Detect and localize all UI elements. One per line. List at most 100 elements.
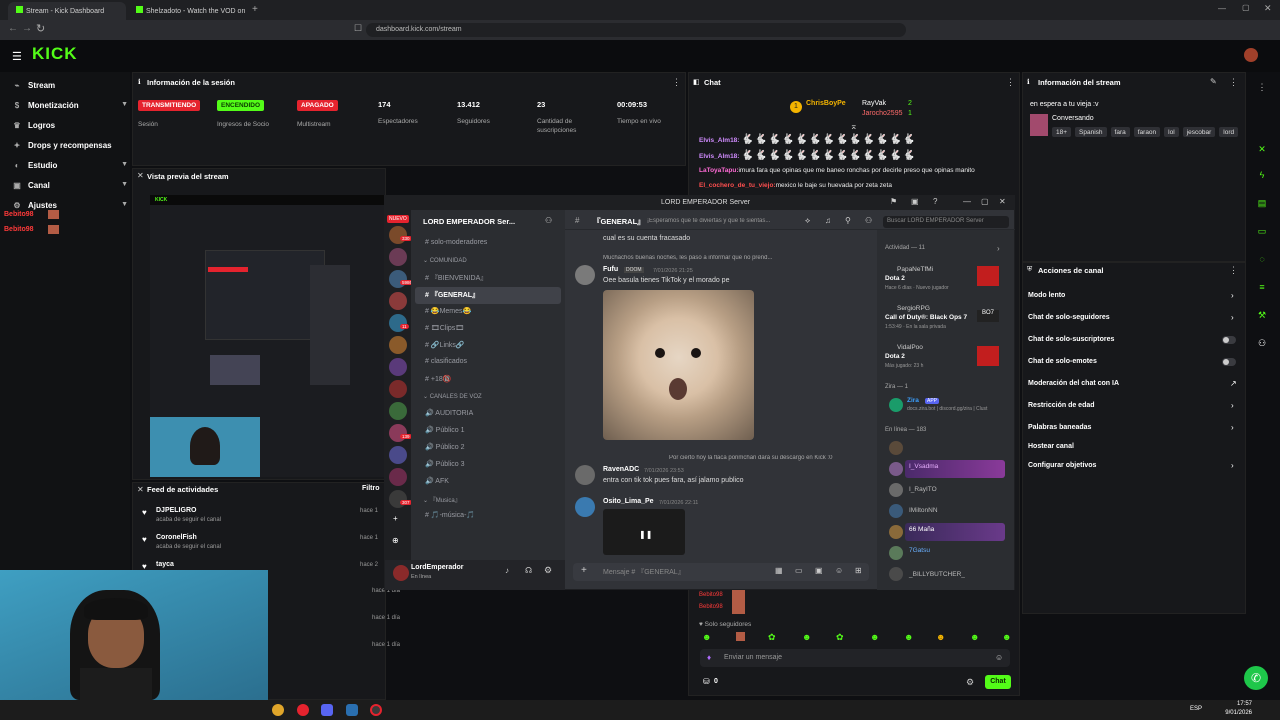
add-server-icon[interactable]: + [393, 514, 398, 523]
action-solo-emotes[interactable]: Chat de solo-emotes [1028, 358, 1097, 365]
url-field[interactable]: dashboard.kick.com/stream [366, 23, 906, 37]
close-icon[interactable]: ✕ [999, 197, 1006, 206]
tag[interactable]: jescobar [1182, 127, 1216, 137]
server-icon[interactable] [389, 468, 407, 486]
server-icon[interactable] [389, 490, 407, 508]
tag[interactable]: lord [1219, 127, 1239, 137]
stream-preview-video[interactable]: KICK [150, 195, 384, 477]
send-chat-button[interactable]: Chat [985, 675, 1011, 689]
emote-icon[interactable]: ✿ [836, 632, 844, 643]
tag[interactable]: Spanish [1075, 127, 1107, 137]
more-icon[interactable]: ⋮ [672, 77, 681, 88]
emote-icon[interactable] [736, 632, 745, 641]
maximize-icon[interactable]: ▢ [1242, 3, 1250, 12]
clipboard-icon[interactable]: ▤ [1256, 198, 1268, 210]
sidebar-item-estudio[interactable]: ◐ Estudio ▼ [12, 161, 128, 179]
add-attachment-icon[interactable]: + [581, 565, 587, 576]
member-name[interactable]: I_RayITO [909, 486, 937, 493]
activity-user[interactable]: SergioRPG [897, 305, 930, 312]
close-icon[interactable]: ✕ [137, 171, 144, 180]
chevron-right-icon[interactable]: › [1231, 313, 1234, 322]
member-avatar[interactable] [889, 462, 903, 476]
close-icon[interactable]: ✕ [1264, 3, 1272, 14]
emote-icon[interactable]: ☻ [970, 632, 979, 642]
apps-icon[interactable]: ⊞ [855, 566, 862, 575]
pause-icon[interactable]: ❚❚ [639, 530, 652, 539]
channel-category[interactable]: ⌄ 『Musica』 [415, 491, 561, 508]
sidebar-item-logros[interactable]: ♛ Logros [12, 121, 122, 139]
tag[interactable]: faraon [1133, 127, 1161, 137]
member-name[interactable]: 66 Maña [909, 526, 934, 533]
emote-icon[interactable]: ☻ [904, 632, 913, 642]
chevron-right-icon[interactable]: › [997, 244, 1000, 253]
external-link-icon[interactable]: ↗ [1230, 379, 1237, 388]
member-name[interactable]: 7Gatsu [909, 547, 930, 554]
member-avatar[interactable] [889, 441, 903, 455]
channel-item[interactable]: # solo-moderadores [415, 236, 561, 253]
chat-username[interactable]: Elvis_Alm18: [699, 137, 739, 144]
member-avatar[interactable] [889, 525, 903, 539]
server-icon[interactable] [389, 314, 407, 332]
bell-icon[interactable]: ♫ [825, 216, 831, 225]
discord-app-icon[interactable] [321, 704, 333, 716]
chrome-icon[interactable] [272, 704, 284, 716]
back-icon[interactable]: ← [8, 23, 18, 34]
threads-icon[interactable]: ⟡ [805, 216, 810, 226]
more-icon[interactable]: ⋮ [1006, 77, 1015, 88]
close-icon[interactable]: ✕ [137, 485, 144, 494]
action-solo-seguidores[interactable]: Chat de solo-seguidores [1028, 314, 1110, 321]
chat-username[interactable]: Bebito98 [699, 592, 723, 598]
member-name[interactable]: IMiltonNN [909, 507, 938, 514]
voice-channel[interactable]: 🔊 Público 3 [415, 457, 561, 474]
sticker-icon[interactable]: ▣ [815, 566, 823, 575]
activity-user[interactable]: VidalPoo [897, 344, 923, 351]
chevron-right-icon[interactable]: › [1231, 461, 1234, 470]
tag[interactable]: lol [1164, 127, 1179, 137]
sidebar-item-drops[interactable]: ✦ Drops y recompensas [12, 141, 132, 159]
pin-icon[interactable]: ⌅ [850, 121, 858, 132]
action-moderacion-ia[interactable]: Moderación del chat con IA [1028, 380, 1119, 387]
member-name[interactable]: I_Vsadma [909, 463, 938, 470]
member-avatar[interactable] [889, 546, 903, 560]
server-icon[interactable] [389, 248, 407, 266]
message-avatar[interactable] [575, 497, 595, 517]
clock-time[interactable]: 17:57 [1226, 701, 1252, 707]
server-icon[interactable] [389, 336, 407, 354]
inbox-icon[interactable]: ⚑ [890, 197, 897, 206]
browser-tab[interactable]: Stream - Kick Dashboard [8, 2, 126, 20]
server-name[interactable]: LORD EMPERADOR Ser... [423, 217, 515, 226]
language-indicator[interactable]: ESP [1190, 706, 1202, 712]
emote-icon[interactable]: ☻ [702, 632, 711, 642]
voice-channel[interactable]: 🔊 AFK [415, 474, 561, 491]
members-icon[interactable]: ⚇ [865, 216, 872, 225]
action-palabras-baneadas[interactable]: Palabras baneadas [1028, 424, 1091, 431]
message-username[interactable]: Fufu [603, 266, 618, 273]
action-restriccion-edad[interactable]: Restricción de edad [1028, 402, 1095, 409]
channel-category[interactable]: ⌄ COMUNIDAD [415, 253, 561, 270]
sidebar-item-monetizacion[interactable]: $ Monetización ▼ [12, 101, 128, 119]
member-name[interactable]: _BILLYBUTCHER_ [909, 571, 965, 578]
category-thumbnail[interactable] [1030, 114, 1048, 136]
filter-button[interactable]: Filtro [362, 485, 380, 492]
minimize-icon[interactable]: — [1218, 4, 1226, 13]
zira-avatar[interactable] [889, 398, 903, 412]
gear-icon[interactable]: ⚙ [966, 677, 974, 688]
member-avatar[interactable] [889, 504, 903, 518]
action-modo-lento[interactable]: Modo lento [1028, 292, 1065, 299]
kebab-icon[interactable]: ⋮ [1256, 82, 1268, 94]
channel-category[interactable]: ⌄ CANALES DE VOZ [415, 389, 561, 406]
chat-bubble-icon[interactable]: ◌ [1256, 254, 1268, 266]
browser-tab[interactable]: Shelzadoto - Watch the VOD on [128, 2, 246, 20]
server-icon[interactable] [389, 446, 407, 464]
voice-channel[interactable]: 🔊 AUDITORIA [415, 406, 561, 423]
message-username[interactable]: Osito_Lima_Pe [603, 498, 654, 505]
message-avatar[interactable] [575, 265, 595, 285]
steam-icon[interactable] [346, 704, 358, 716]
wrench-icon[interactable]: ⚒ [1256, 310, 1268, 322]
emote-icon[interactable]: ☻ [936, 632, 945, 642]
channel-item[interactable]: # 『BIENVENIDA』 [415, 270, 561, 287]
chevron-right-icon[interactable]: › [1231, 423, 1234, 432]
channel-item-selected[interactable]: # 『GENERAL』 [415, 287, 561, 304]
clock-date[interactable]: 9/01/2026 [1216, 710, 1252, 716]
voice-channel[interactable]: 🔊 Público 1 [415, 423, 561, 440]
